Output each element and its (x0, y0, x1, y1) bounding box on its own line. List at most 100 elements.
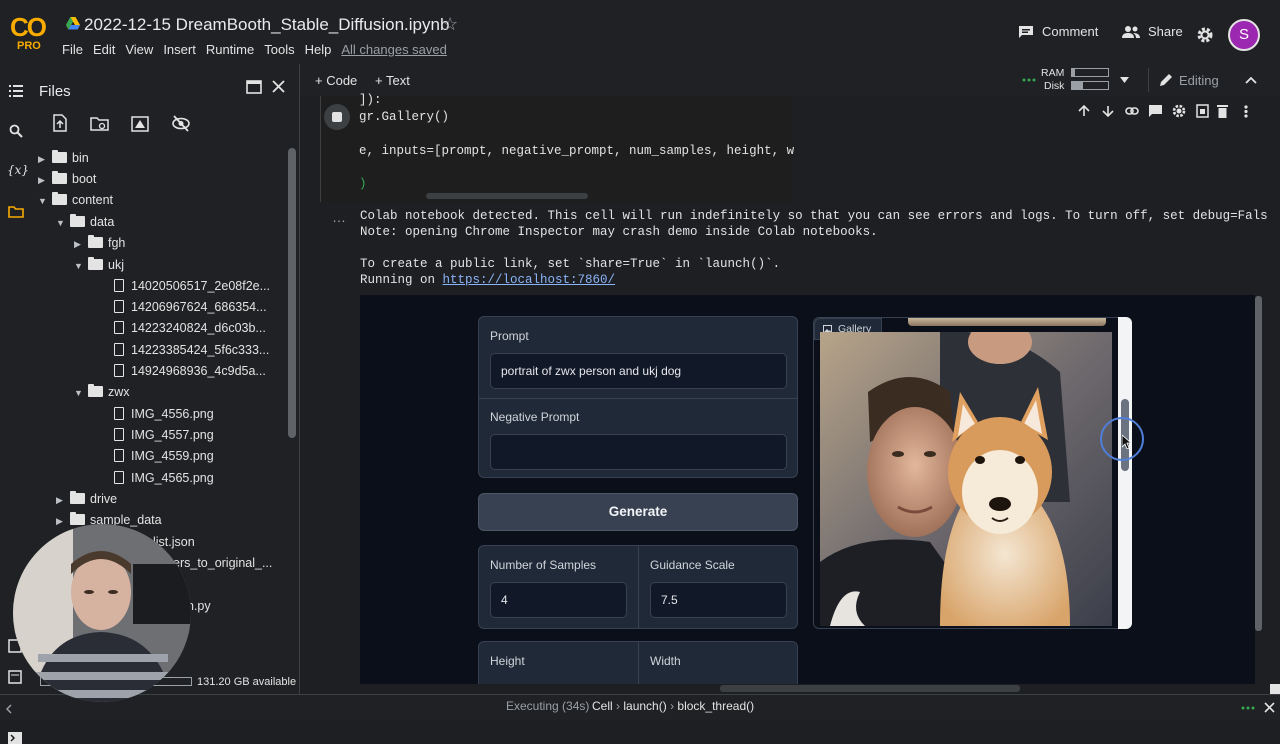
folder-icon (52, 192, 67, 206)
user-avatar[interactable]: S (1228, 19, 1260, 51)
ram-meter[interactable] (1071, 68, 1109, 77)
tree-folder-data[interactable]: ▼ data (56, 212, 114, 232)
generated-image[interactable] (820, 332, 1112, 626)
colab-logo[interactable]: CO PRO (10, 12, 48, 52)
stop-cell-button[interactable] (324, 104, 350, 130)
file-icon (114, 449, 124, 463)
horizontal-scroll-thumb[interactable] (720, 685, 1020, 692)
tree-file[interactable]: IMG_4556.png (110, 404, 214, 424)
collapse-arrow-icon[interactable]: ▼ (74, 383, 84, 403)
menu-tools[interactable]: Tools (264, 42, 294, 57)
mount-drive-icon[interactable] (131, 116, 149, 132)
gallery-thumbnail-peek[interactable] (908, 318, 1106, 326)
output-scrollbar-thumb[interactable] (1255, 296, 1262, 631)
chevron-left-icon[interactable] (6, 704, 12, 714)
search-icon[interactable] (9, 124, 23, 138)
menu-view[interactable]: View (125, 42, 153, 57)
delete-icon[interactable] (1217, 104, 1228, 118)
notebook-title[interactable]: 2022-12-15 DreamBooth_Stable_Diffusion.i… (84, 15, 449, 35)
tree-file-partial[interactable]: ers_to_original_... (173, 553, 272, 573)
close-icon[interactable] (1264, 702, 1275, 713)
output-line: To create a public link, set `share=True… (360, 257, 781, 271)
tree-folder-zwx[interactable]: ▼ zwx (74, 382, 130, 402)
generate-button[interactable]: Generate (478, 493, 798, 531)
breadcrumb-cell[interactable]: Cell (592, 699, 613, 713)
negative-prompt-label: Negative Prompt (490, 410, 580, 424)
add-code-button[interactable]: + Code (315, 73, 357, 88)
files-scrollbar[interactable] (288, 148, 296, 438)
drive-icon[interactable] (66, 17, 80, 30)
guidance-input[interactable]: 7.5 (650, 582, 787, 618)
folder-icon[interactable] (8, 206, 24, 218)
collapse-arrow-icon[interactable]: ▼ (56, 213, 66, 233)
expand-arrow-icon[interactable]: ▶ (56, 511, 66, 531)
chevron-down-icon[interactable] (1120, 77, 1129, 83)
width-label: Width (650, 654, 681, 668)
collapse-arrow-icon[interactable]: ▼ (38, 191, 48, 211)
star-icon[interactable]: ☆ (442, 14, 458, 35)
save-status[interactable]: All changes saved (341, 42, 447, 57)
breadcrumb-launch[interactable]: launch() (623, 699, 666, 713)
comment-button[interactable]: Comment (1018, 24, 1098, 39)
menu-help[interactable]: Help (305, 42, 332, 57)
hide-files-icon[interactable] (171, 115, 191, 132)
negative-prompt-input[interactable] (490, 434, 787, 470)
gear-icon[interactable] (1172, 104, 1186, 118)
comment-icon[interactable] (1149, 105, 1162, 117)
tree-file[interactable]: 14924968936_4c9d5a... (110, 361, 266, 381)
editing-mode-button[interactable]: Editing (1179, 73, 1219, 88)
menu-edit[interactable]: Edit (93, 42, 115, 57)
tree-file[interactable]: 14020506517_2e08f2e... (110, 276, 270, 296)
open-in-tab-icon[interactable] (246, 80, 262, 94)
tree-folder-ukj[interactable]: ▼ ukj (74, 255, 124, 275)
close-icon[interactable] (272, 80, 285, 93)
tree-file[interactable]: 14223240824_d6c03b... (110, 318, 266, 338)
webcam-overlay (13, 524, 191, 702)
gear-icon[interactable] (1196, 26, 1214, 44)
command-palette-icon[interactable] (8, 670, 22, 684)
disk-meter[interactable] (1071, 81, 1109, 90)
link-icon[interactable] (1125, 106, 1139, 116)
expand-arrow-icon[interactable]: ▶ (56, 490, 66, 510)
arrow-up-icon[interactable] (1078, 105, 1090, 117)
tree-folder-boot[interactable]: ▶ boot (38, 169, 96, 189)
tree-file[interactable]: IMG_4557.png (110, 425, 214, 445)
chevron-up-icon[interactable] (1245, 76, 1257, 84)
terminal-icon[interactable] (8, 732, 22, 744)
upload-file-icon[interactable] (52, 114, 68, 132)
tree-file[interactable]: 14223385424_5f6c333... (110, 340, 269, 360)
output-menu-icon[interactable]: … (332, 209, 347, 225)
expand-arrow-icon[interactable]: ▶ (74, 234, 84, 254)
prompt-input[interactable]: portrait of zwx person and ukj dog (490, 353, 787, 389)
connected-check-icon (1022, 78, 1036, 82)
tree-file[interactable]: IMG_4559.png (110, 446, 214, 466)
arrow-down-icon[interactable] (1102, 105, 1114, 117)
tree-file[interactable]: IMG_4565.png (110, 468, 214, 488)
samples-input[interactable]: 4 (490, 582, 627, 618)
notebook-horizontal-scrollbar (300, 684, 1268, 694)
menu-file[interactable]: File (62, 42, 83, 57)
expand-arrow-icon[interactable]: ▶ (38, 170, 48, 190)
add-text-button[interactable]: + Text (375, 73, 410, 88)
collapse-arrow-icon[interactable]: ▼ (74, 256, 84, 276)
tree-folder-drive[interactable]: ▶ drive (56, 489, 117, 509)
tree-folder-fgh[interactable]: ▶ fgh (74, 233, 125, 253)
share-button[interactable]: Share (1122, 24, 1183, 39)
expand-arrow-icon[interactable]: ▶ (38, 149, 48, 169)
variables-icon[interactable]: {x} (7, 163, 29, 177)
code-horizontal-scrollbar[interactable] (426, 193, 588, 199)
tree-folder-bin[interactable]: ▶ bin (38, 148, 89, 168)
localhost-link[interactable]: https://localhost:7860/ (443, 273, 616, 287)
code-cell[interactable]: ]): gr.Gallery() e, inputs=[prompt, nega… (320, 93, 794, 202)
webcam-video (13, 524, 191, 702)
mirror-cell-icon[interactable] (1196, 104, 1209, 118)
menu-runtime[interactable]: Runtime (206, 42, 254, 57)
breadcrumb-block-thread[interactable]: block_thread() (677, 699, 754, 713)
tree-file[interactable]: 14206967624_686354... (110, 297, 267, 317)
tree-folder-content[interactable]: ▼ content (38, 190, 113, 210)
file-icon (114, 407, 124, 421)
refresh-folder-icon[interactable] (90, 116, 110, 132)
more-vert-icon[interactable] (1244, 105, 1248, 118)
menu-insert[interactable]: Insert (163, 42, 196, 57)
table-of-contents-icon[interactable] (9, 85, 23, 97)
